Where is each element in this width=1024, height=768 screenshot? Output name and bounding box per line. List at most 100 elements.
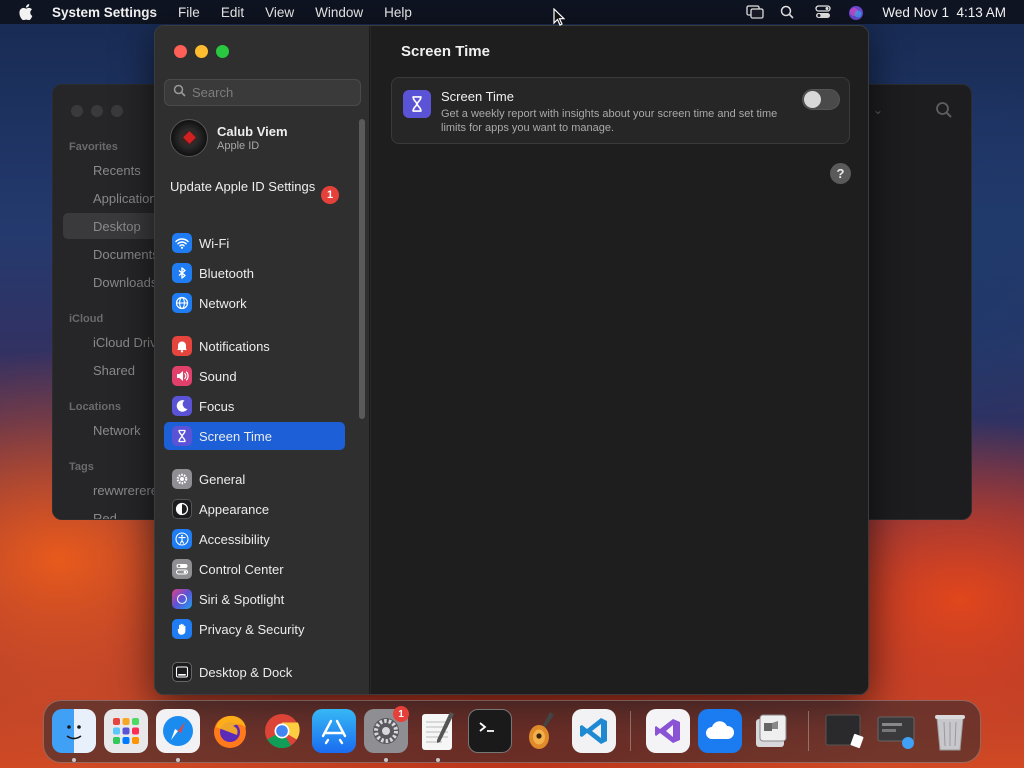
search-field[interactable] <box>164 79 361 106</box>
sidebar-item-label: Bluetooth <box>199 265 254 281</box>
vscode-icon[interactable] <box>572 709 616 753</box>
siri-icon <box>172 589 192 609</box>
menu-clock[interactable]: Wed Nov 1 4:13 AM <box>882 5 1006 20</box>
system-settings-window: Calub Viem Apple ID Update Apple ID Sett… <box>154 25 869 695</box>
finder-sidebar: Favorites Recents Applications Desktop D… <box>53 85 164 519</box>
menu-help[interactable]: Help <box>384 5 412 20</box>
search-icon <box>173 84 186 102</box>
update-apple-id-settings[interactable]: Update Apple ID Settings <box>170 179 340 195</box>
sidebar-item-control-center[interactable]: Control Center <box>164 555 345 583</box>
control-center-icon <box>172 559 192 579</box>
running-indicator <box>176 758 180 762</box>
dock: 1 <box>43 700 981 763</box>
menu-app-name[interactable]: System Settings <box>52 5 157 20</box>
textedit-icon[interactable] <box>416 709 460 753</box>
sidebar-item-appearance[interactable]: Appearance <box>164 495 345 523</box>
visual-studio-icon[interactable] <box>646 709 690 753</box>
window-controls <box>174 45 229 58</box>
app-store-icon[interactable] <box>312 709 356 753</box>
sidebar-item-notifications[interactable]: Notifications <box>164 332 345 360</box>
garageband-icon[interactable] <box>520 709 564 753</box>
icloud-icon[interactable] <box>698 709 742 753</box>
desktop-stack-icon[interactable] <box>822 709 866 753</box>
siri-icon[interactable] <box>848 5 866 20</box>
settings-sidebar: Calub Viem Apple ID Update Apple ID Sett… <box>155 26 370 694</box>
help-button[interactable]: ? <box>830 163 851 184</box>
search-input[interactable] <box>192 85 352 100</box>
firefox-icon[interactable] <box>208 709 252 753</box>
page-title: Screen Time <box>401 43 490 60</box>
finder-item-network[interactable]: Network <box>93 423 141 438</box>
launchpad-icon[interactable] <box>104 709 148 753</box>
search-icon[interactable] <box>935 101 953 124</box>
close-button[interactable] <box>174 45 187 58</box>
sidebar-item-wifi[interactable]: Wi-Fi <box>164 229 345 257</box>
sidebar-item-network[interactable]: Network <box>164 289 345 317</box>
finder-item-shared[interactable]: Shared <box>93 363 135 378</box>
boot-camp-icon[interactable] <box>750 709 794 753</box>
screenshot-stack-icon[interactable] <box>874 709 918 753</box>
gear-icon <box>172 469 192 489</box>
running-indicator <box>72 758 76 762</box>
finder-item-documents[interactable]: Documents <box>93 247 159 262</box>
sidebar-item-screen-time[interactable]: Screen Time <box>164 422 345 450</box>
sidebar-item-label: Wi-Fi <box>199 235 230 251</box>
moon-icon <box>172 396 192 416</box>
sidebar-item-general[interactable]: General <box>164 465 345 493</box>
sidebar-item-accessibility[interactable]: Accessibility <box>164 525 345 553</box>
avatar <box>170 119 208 157</box>
sidebar-item-label: Privacy & Security <box>199 621 305 637</box>
terminal-icon[interactable] <box>468 709 512 753</box>
sidebar-item-label: Focus <box>199 398 235 414</box>
finder-item-downloads[interactable]: Downloads <box>93 275 157 290</box>
hourglass-icon <box>172 426 192 446</box>
menu-file[interactable]: File <box>178 5 200 20</box>
hand-icon <box>172 619 192 639</box>
sidebar-item-label: Sound <box>199 368 237 384</box>
running-indicator <box>436 758 440 762</box>
sidebar-item-bluetooth[interactable]: Bluetooth <box>164 259 345 287</box>
card-title: Screen Time <box>441 89 514 104</box>
trash-icon[interactable] <box>928 709 972 753</box>
system-settings-badge: 1 <box>393 706 409 722</box>
menu-window[interactable]: Window <box>315 5 363 20</box>
sidebar-item-label: Control Center <box>199 561 284 577</box>
control-center-icon[interactable] <box>814 5 832 19</box>
chrome-icon[interactable] <box>260 709 304 753</box>
spotlight-search-icon[interactable] <box>780 5 798 19</box>
zoom-button[interactable] <box>216 45 229 58</box>
chevron-down-icon[interactable]: ⌄ <box>873 103 883 117</box>
menu-edit[interactable]: Edit <box>221 5 244 20</box>
sidebar-item-privacy-security[interactable]: Privacy & Security <box>164 615 345 643</box>
menu-bar: System Settings File Edit View Window He… <box>0 0 1024 24</box>
finder-icon[interactable] <box>52 709 96 753</box>
finder-item-tag-red[interactable]: Red <box>93 511 117 519</box>
apple-menu-icon[interactable] <box>0 4 52 20</box>
finder-section-locations: Locations <box>69 401 121 413</box>
finder-item-applications[interactable]: Applications <box>93 191 163 206</box>
sidebar-item-desktop-dock[interactable]: Desktop & Dock <box>164 658 345 686</box>
minimize-button[interactable] <box>195 45 208 58</box>
running-indicator <box>384 758 388 762</box>
finder-section-icloud: iCloud <box>69 313 104 325</box>
hourglass-icon <box>403 90 431 118</box>
accessibility-icon <box>172 529 192 549</box>
update-badge: 1 <box>321 186 339 204</box>
screen-mirroring-icon[interactable] <box>746 5 765 19</box>
menu-view[interactable]: View <box>265 5 294 20</box>
sidebar-item-label: Accessibility <box>199 531 270 547</box>
apple-id-account[interactable]: Calub Viem Apple ID <box>170 119 288 157</box>
finder-item-tag-1[interactable]: rewwrerere <box>93 483 158 498</box>
safari-icon[interactable] <box>156 709 200 753</box>
sidebar-scrollbar[interactable] <box>359 119 365 419</box>
sidebar-item-focus[interactable]: Focus <box>164 392 345 420</box>
finder-window-controls <box>71 105 123 117</box>
screen-time-toggle[interactable] <box>802 89 840 110</box>
card-description: Get a weekly report with insights about … <box>441 108 778 134</box>
sidebar-item-siri-spotlight[interactable]: Siri & Spotlight <box>164 585 345 613</box>
sidebar-item-label: Siri & Spotlight <box>199 591 285 607</box>
sidebar-item-label: Notifications <box>199 338 270 354</box>
sidebar-item-sound[interactable]: Sound <box>164 362 345 390</box>
finder-item-desktop[interactable]: Desktop <box>93 219 141 234</box>
finder-item-recents[interactable]: Recents <box>93 163 141 178</box>
